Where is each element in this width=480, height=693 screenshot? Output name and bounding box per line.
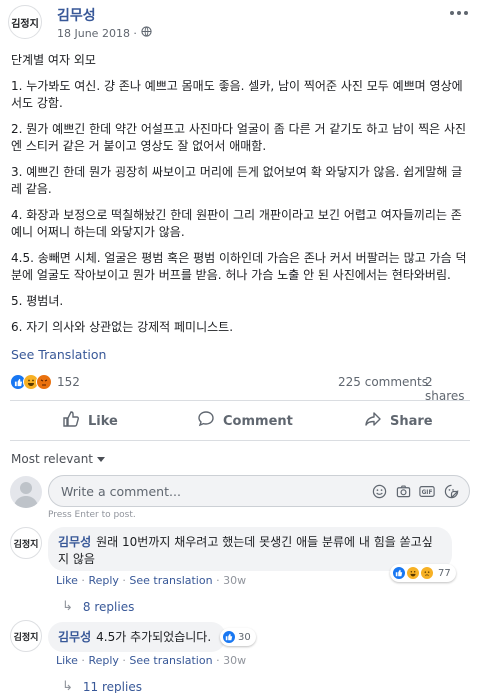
globe-icon: [141, 26, 152, 40]
reaction-count: 152: [57, 375, 80, 389]
replies-count: 11 replies: [82, 679, 142, 693]
post-meta: 18 June 2018 ·: [57, 26, 152, 40]
like-reaction-icon: [222, 630, 236, 644]
post-stats: 152 225 comments 2 shares: [10, 374, 472, 403]
avatar[interactable]: 김정지: [10, 527, 42, 559]
post-line: 2. 뭔가 예쁘긴 한데 약간 어설프고 사진마다 얼굴이 좀 다른 거 같기도…: [11, 122, 467, 153]
comment-input[interactable]: Write a comment... GIF: [48, 475, 470, 507]
comment-like-link[interactable]: Like: [56, 574, 78, 587]
comment-reply-link[interactable]: Reply: [88, 654, 118, 667]
composer-hint: Press Enter to post.: [48, 510, 136, 520]
comment-meta: Like · Reply · See translation · 30w: [56, 654, 247, 667]
comments-count[interactable]: 225 comments: [338, 375, 428, 389]
comment-icon: [197, 410, 215, 432]
sticker-icon[interactable]: [443, 483, 459, 499]
share-icon: [364, 410, 382, 432]
sort-label: Most relevant: [11, 452, 94, 466]
view-replies-link[interactable]: ↳ 11 replies: [62, 679, 142, 693]
angry-reaction-icon: [36, 374, 52, 390]
post-text: 단계별 여자 외모 1. 누가봐도 여신. 걍 존나 예쁘고 몸매도 좋음. 셀…: [11, 52, 471, 345]
comment-text: 원래 10번까지 채우려고 했는데 못생긴 애들 분류에 내 힘을 쏟고싶지 않…: [58, 535, 433, 566]
post-line: 5. 평범녀.: [11, 294, 64, 308]
comment-placeholder: Write a comment...: [61, 484, 181, 499]
post-header: 김정지 김무성 18 June 2018 ·: [0, 0, 480, 44]
post-date[interactable]: 18 June 2018 ·: [57, 27, 137, 40]
view-replies-link[interactable]: ↳ 8 replies: [62, 599, 134, 614]
comment-author[interactable]: 김무성: [58, 535, 91, 549]
post-author[interactable]: 김무성: [57, 5, 96, 25]
comment-sort-dropdown[interactable]: Most relevant: [11, 452, 106, 466]
divider: [10, 440, 470, 441]
comment-time[interactable]: 30w: [223, 654, 246, 667]
post-line: 단계별 여자 외모: [11, 53, 96, 67]
comment-meta: Like · Reply · See translation · 30w: [56, 574, 247, 587]
comment-button[interactable]: Comment: [197, 404, 293, 438]
share-label: Share: [390, 413, 433, 429]
see-translation-link[interactable]: See Translation: [11, 347, 106, 362]
replies-count: 8 replies: [82, 599, 135, 614]
caret-down-icon: [97, 452, 106, 466]
comment-time[interactable]: 30w: [223, 574, 246, 587]
camera-icon[interactable]: [395, 483, 411, 499]
divider: [10, 400, 470, 401]
avatar[interactable]: 김정지: [8, 5, 42, 39]
avatar[interactable]: 김정지: [10, 620, 42, 652]
comment-reactions[interactable]: 77: [390, 564, 456, 582]
comment-label: Comment: [223, 413, 293, 429]
comment-reply-link[interactable]: Reply: [88, 574, 118, 587]
sad-reaction-icon: [420, 566, 434, 580]
comment-reaction-count: 77: [438, 567, 451, 579]
reply-arrow-icon: ↳: [62, 599, 73, 614]
more-options-button[interactable]: [450, 8, 470, 18]
post-actions: Like Comment Share: [0, 404, 480, 438]
comment-reactions[interactable]: 30: [220, 628, 256, 646]
gif-icon[interactable]: GIF: [419, 483, 435, 499]
composer-icons: GIF: [371, 483, 459, 499]
post-line: 4. 화장과 보정으로 떡칠해놨긴 한데 원판이 그리 개판이라고 보긴 어렵고…: [11, 208, 462, 239]
comment-text: 4.5가 추가되었습니다.: [96, 630, 212, 644]
like-button[interactable]: Like: [62, 404, 118, 438]
thumbs-up-icon: [62, 410, 80, 432]
comment-see-translation-link[interactable]: See translation: [129, 574, 212, 587]
comment-reaction-count: 30: [238, 631, 251, 643]
comment-like-link[interactable]: Like: [56, 654, 78, 667]
svg-text:GIF: GIF: [422, 490, 433, 496]
avatar: [10, 476, 42, 508]
shares-count[interactable]: 2 shares: [425, 375, 472, 403]
post-line: 6. 자기 의사와 상관없는 강제적 페미니스트.: [11, 320, 234, 334]
reply-arrow-icon: ↳: [62, 679, 73, 693]
post-line: 3. 예쁘긴 한데 뭔가 굉장히 싸보이고 머리에 든게 없어보여 확 와닿지가…: [11, 165, 463, 196]
comment-bubble: 김무성 원래 10번까지 채우려고 했는데 못생긴 애들 분류에 내 힘을 쏟고싶…: [48, 527, 452, 571]
post-line: 1. 누가봐도 여신. 걍 존나 예쁘고 몸매도 좋음. 셀카, 남이 찍어준 …: [11, 79, 463, 110]
reactions-summary[interactable]: 152: [10, 374, 80, 390]
haha-reaction-icon: [406, 566, 420, 580]
like-reaction-icon: [392, 566, 406, 580]
comment-see-translation-link[interactable]: See translation: [129, 654, 212, 667]
share-button[interactable]: Share: [364, 404, 433, 438]
emoji-icon[interactable]: [371, 483, 387, 499]
like-label: Like: [88, 413, 118, 429]
comment-author[interactable]: 김무성: [58, 630, 91, 644]
comment-bubble: 김무성 4.5가 추가되었습니다.: [48, 622, 226, 652]
post-line: 4.5. 송빼면 시체. 얼굴은 평범 혹은 평범 이하인데 가슴은 존나 커서…: [11, 251, 467, 282]
